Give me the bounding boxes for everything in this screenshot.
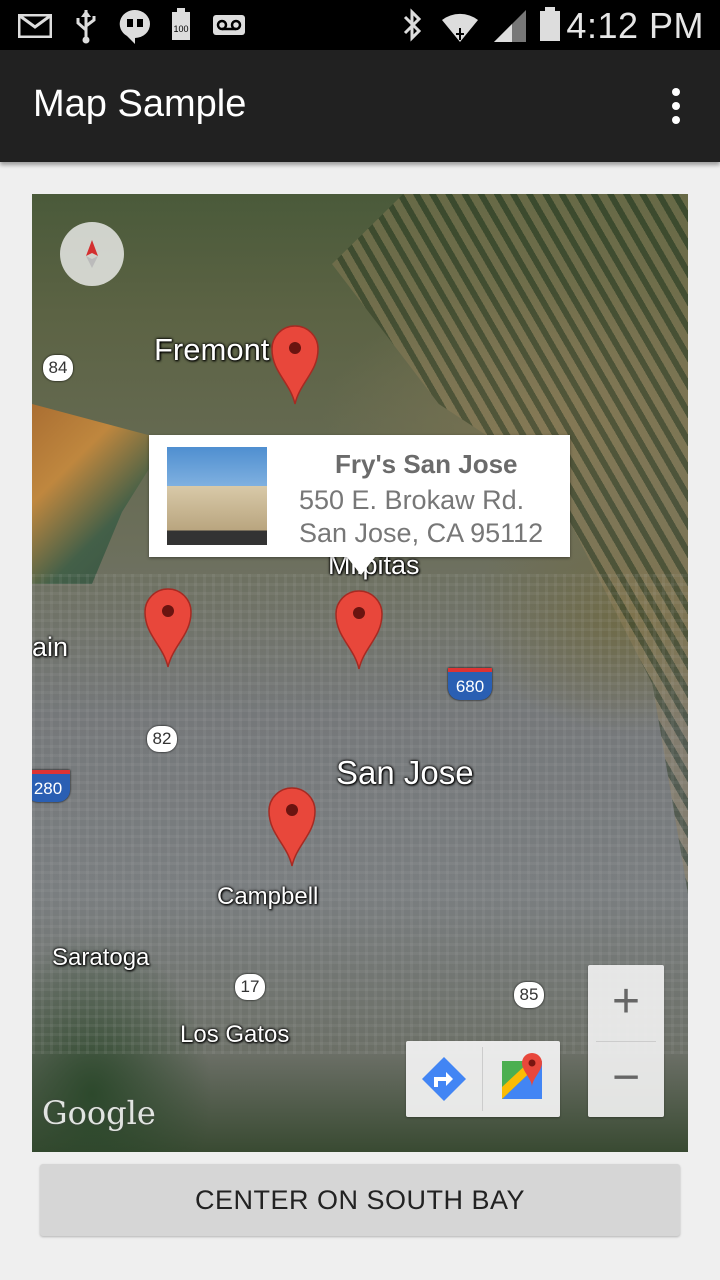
map-marker-campbell[interactable]	[267, 786, 317, 868]
app-title: Map Sample	[33, 83, 247, 125]
compass-icon	[86, 240, 98, 268]
bluetooth-icon	[403, 8, 422, 42]
usb-icon	[76, 10, 96, 44]
status-bar: 100 4:12 PM	[0, 0, 720, 50]
signal-icon	[494, 10, 526, 42]
info-window-address-line2: San Jose, CA 95112	[299, 518, 544, 548]
battery-100-icon: 100	[172, 8, 190, 40]
map-label-partial: ain	[32, 632, 69, 662]
zoom-in-button[interactable]: +	[588, 965, 664, 1041]
directions-icon	[422, 1057, 466, 1101]
map-marker-fremont[interactable]	[270, 324, 320, 406]
directions-button[interactable]	[406, 1041, 482, 1117]
wifi-icon	[442, 13, 478, 42]
svg-text:100: 100	[173, 24, 188, 34]
zoom-out-button[interactable]: −	[588, 1041, 664, 1117]
overflow-menu-icon[interactable]	[660, 86, 692, 126]
route-shield-85: 85	[514, 982, 544, 1008]
info-window-photo	[167, 447, 267, 545]
google-maps-icon	[502, 1053, 542, 1099]
map-marker-west[interactable]	[143, 587, 193, 669]
map-label-san-jose: San Jose	[336, 754, 474, 791]
email-icon	[18, 14, 52, 38]
action-bar: Map Sample	[0, 50, 720, 162]
toolbar-divider	[482, 1047, 483, 1111]
center-on-south-bay-button[interactable]: CENTER ON SOUTH BAY	[40, 1164, 680, 1236]
status-time: 4:12 PM	[566, 5, 704, 46]
compass-button[interactable]	[60, 222, 124, 286]
info-window-pointer	[347, 557, 375, 575]
info-window-address-line1: 550 E. Brokaw Rd.	[299, 485, 525, 515]
map-label-fremont: Fremont	[154, 332, 270, 367]
map-label-los-gatos: Los Gatos	[180, 1021, 290, 1048]
google-attribution-logo: Google	[42, 1094, 156, 1132]
route-shield-680: 680	[448, 668, 492, 700]
route-shield-280: 280	[32, 770, 70, 802]
info-window[interactable]: Fry's San Jose 550 E. Brokaw Rd. San Jos…	[149, 435, 570, 557]
map-view[interactable]: Fremont Milpitas ain San Jose Campbell S…	[32, 194, 688, 1152]
map-label-campbell: Campbell	[217, 883, 319, 910]
map-marker-frys[interactable]	[334, 589, 384, 671]
route-shield-17: 17	[235, 974, 265, 1000]
voicemail-icon	[213, 15, 245, 35]
info-window-title: Fry's San Jose	[335, 449, 518, 479]
map-toolbar	[406, 1041, 560, 1117]
zoom-controls: + −	[588, 965, 664, 1117]
route-shield-82: 82	[147, 726, 177, 752]
open-in-maps-button[interactable]	[484, 1041, 560, 1117]
route-shield-84: 84	[43, 355, 73, 381]
hangouts-icon	[119, 9, 150, 44]
map-label-saratoga: Saratoga	[52, 944, 150, 971]
battery-icon	[540, 7, 560, 41]
